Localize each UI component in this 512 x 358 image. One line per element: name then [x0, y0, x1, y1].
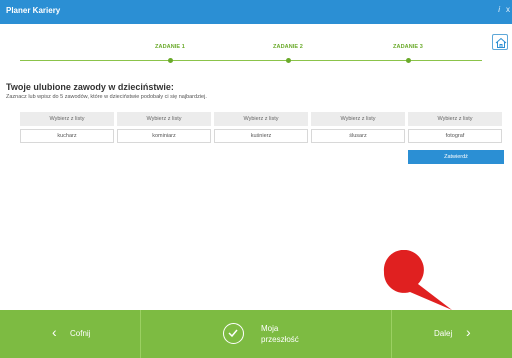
app-title: Planer Kariery — [6, 6, 61, 15]
profession-grid: Wybierz z listy Wybierz z listy Wybierz … — [20, 112, 504, 146]
input-row: kucharz kominiarz kuśnierz ślusarz fotog… — [20, 129, 504, 143]
clock-check-icon — [223, 323, 244, 344]
profession-input-1[interactable]: kucharz — [20, 129, 114, 143]
step-2-label: ZADANIE 2 — [273, 44, 303, 50]
my-past-label-line2: przeszłość — [261, 335, 299, 344]
section-title: Twoje ulubione zawody w dzieciństwie: — [6, 82, 174, 92]
section-instruction: Zaznacz lub wpisz do 5 zawodów, które w … — [6, 94, 207, 100]
info-icon[interactable]: i — [498, 5, 500, 14]
step-line — [20, 60, 482, 61]
back-label: Cofnij — [70, 329, 91, 338]
next-button[interactable]: Dalej › — [392, 310, 512, 358]
select-row: Wybierz z listy Wybierz z listy Wybierz … — [20, 112, 504, 126]
step-1-dot — [168, 58, 173, 63]
select-4[interactable]: Wybierz z listy — [311, 112, 405, 126]
step-3: ZADANIE 3 — [368, 44, 448, 63]
home-button[interactable] — [492, 34, 508, 50]
select-5[interactable]: Wybierz z listy — [408, 112, 502, 126]
step-progress: ZADANIE 1 ZADANIE 2 ZADANIE 3 — [20, 44, 482, 66]
chevron-right-icon: › — [466, 324, 471, 340]
home-icon — [495, 37, 507, 48]
step-1-label: ZADANIE 1 — [155, 44, 185, 50]
select-3[interactable]: Wybierz z listy — [214, 112, 308, 126]
confirm-button[interactable]: Zatwierdź — [408, 150, 504, 164]
step-2-dot — [286, 58, 291, 63]
step-1: ZADANIE 1 — [130, 44, 210, 63]
profession-input-5[interactable]: fotograf — [408, 129, 502, 143]
step-2: ZADANIE 2 — [248, 44, 328, 63]
select-1[interactable]: Wybierz z listy — [20, 112, 114, 126]
profession-input-3[interactable]: kuśnierz — [214, 129, 308, 143]
step-3-dot — [406, 58, 411, 63]
chevron-left-icon: ‹ — [52, 324, 57, 340]
my-past-button[interactable]: Moja przeszłość — [141, 310, 391, 358]
profession-input-4[interactable]: ślusarz — [311, 129, 405, 143]
footer-bar: ‹ Cofnij Moja przeszłość Dalej › — [0, 310, 512, 358]
red-pointer-marker — [380, 249, 460, 317]
my-past-label-line1: Moja — [261, 324, 279, 333]
select-2[interactable]: Wybierz z listy — [117, 112, 211, 126]
back-button[interactable]: ‹ Cofnij — [0, 310, 140, 358]
title-bar: Planer Kariery i x — [0, 0, 512, 24]
close-icon[interactable]: x — [506, 5, 510, 14]
step-3-label: ZADANIE 3 — [393, 44, 423, 50]
next-label: Dalej — [434, 329, 453, 338]
profession-input-2[interactable]: kominiarz — [117, 129, 211, 143]
